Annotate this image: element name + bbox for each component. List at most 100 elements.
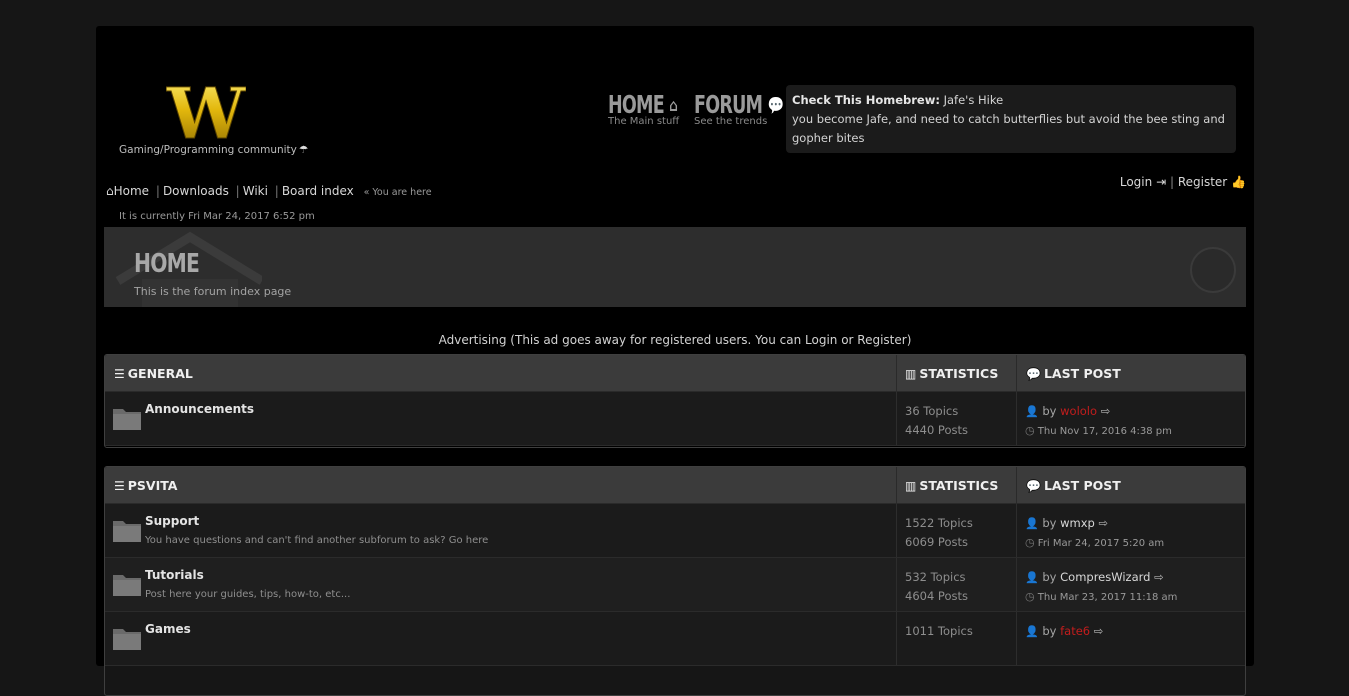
statistics-header: ▥ STATISTICS [905,366,998,381]
clock-icon: ◷ [1025,536,1035,549]
clock-icon: ◷ [1025,590,1035,603]
homebrew-promo[interactable]: Check This Homebrew: Jafe's Hike you bec… [786,85,1236,153]
last-post: 👤 by wmxp ⇨ ◷ Fri Mar 24, 2017 5:20 am [1025,514,1164,553]
clock-icon: ◷ [1025,424,1035,437]
breadcrumb-here: « You are here [363,187,432,198]
breadcrumb-home-label: Home [113,184,150,198]
forum-stats: 36 Topics 4440 Posts [905,402,968,440]
last-post-label: LAST POST [1043,366,1121,381]
comments-icon: 💬 [1026,367,1041,381]
comments-icon: 💬 [1026,479,1041,493]
last-post: 👤 by wololo ⇨ ◷ Thu Nov 17, 2016 4:38 pm [1025,402,1172,441]
forum-row[interactable]: Tutorials Post here your guides, tips, h… [105,558,1245,612]
last-post: 👤 by fate6 ⇨ [1025,622,1103,641]
banner-circle [1190,247,1236,293]
nav-home-label: HOME [608,90,665,119]
folder-icon [113,575,141,596]
list-icon: ☰ [114,367,125,381]
comments-icon: 💬 [767,96,785,116]
page-banner: HOME This is the forum index page [104,227,1246,307]
breadcrumb-board-index[interactable]: Board index [282,184,354,198]
bar-chart-icon: ▥ [905,479,917,493]
login-link[interactable]: Login ⇥ [1120,175,1166,189]
user-icon: 👤 [1025,517,1039,530]
last-post: 👤 by CompresWizard ⇨ ◷ Thu Mar 23, 2017 … [1025,568,1177,607]
page-container: W Gaming/Programming community ☂ HOME ⌂ T… [96,26,1254,696]
folder-icon [113,521,141,542]
user-icon: 👤 [1025,405,1039,418]
statistics-label: STATISTICS [919,366,999,381]
last-post-header: 💬 LAST POST [1026,366,1121,381]
forum-stats: 532 Topics 4604 Posts [905,568,968,606]
home-icon: ⌂ [669,96,678,116]
category-title[interactable]: ☰ PSVITA [114,478,178,493]
last-post-label: LAST POST [1043,478,1121,493]
nav-home[interactable]: HOME ⌂ The Main stuff [608,90,697,127]
register-label: Register [1177,175,1228,189]
account-links: Login ⇥ | Register 👍 [1119,175,1246,189]
by-label: by [1042,624,1057,638]
user-icon: 👤 [1025,625,1039,638]
banner-title: HOME [134,249,200,279]
forum-description: You have questions and can't find anothe… [145,535,489,546]
homebrew-prefix: Check This Homebrew: [792,93,940,107]
category-name: GENERAL [127,366,193,381]
forum-description: Post here your guides, tips, how-to, etc… [145,589,351,600]
posts-count: 4440 Posts [905,423,968,437]
by-label: by [1042,570,1057,584]
umbrella-icon: ☂ [298,144,309,156]
home-icon: ⌂ [106,184,114,198]
thumbs-up-icon: 👍 [1231,175,1246,189]
last-post-header: 💬 LAST POST [1026,478,1121,493]
breadcrumb-wiki[interactable]: Wiki [243,184,268,198]
goto-post-icon[interactable]: ⇨ [1154,570,1164,584]
breadcrumb: ⌂Home | Downloads | Wiki | Board index « Yo… [106,184,432,198]
logo-tagline: Gaming/Programming community ☂ [119,144,308,156]
topics-count: 1522 Topics [905,516,973,530]
last-post-time: Thu Nov 17, 2016 4:38 pm [1037,426,1172,437]
current-time: It is currently Fri Mar 24, 2017 6:52 pm [119,211,315,222]
register-link[interactable]: Register 👍 [1178,175,1246,189]
forum-stats: 1522 Topics 6069 Posts [905,514,973,552]
breadcrumb-home[interactable]: ⌂Home [106,184,149,198]
folder-icon [113,629,141,650]
list-icon: ☰ [114,479,125,493]
category-name: PSVITA [127,478,178,493]
category-header: ☰ PSVITA ▥ STATISTICS 💬 LAST POST [105,467,1245,504]
statistics-label: STATISTICS [919,478,999,493]
by-label: by [1042,516,1057,530]
breadcrumb-downloads[interactable]: Downloads [163,184,229,198]
posts-count: 4604 Posts [905,589,968,603]
banner-subtitle: This is the forum index page [134,285,292,298]
forum-row[interactable]: Support You have questions and can't fin… [105,504,1245,558]
topics-count: 1011 Topics [905,624,973,638]
topics-count: 532 Topics [905,570,966,584]
goto-post-icon[interactable]: ⇨ [1094,624,1104,638]
category-header: ☰ GENERAL ▥ STATISTICS 💬 LAST POST [105,355,1245,392]
forum-title[interactable]: Support [145,514,199,528]
forum-title[interactable]: Games [145,622,191,636]
forum-row[interactable]: Games 1011 Topics 👤 by fate6 ⇨ [105,612,1245,666]
site-logo[interactable]: W [166,80,246,146]
advert-notice[interactable]: Advertising (This ad goes away for regis… [96,333,1254,347]
homebrew-description: you become Jafe, and need to catch butte… [792,112,1225,145]
last-post-time: Fri Mar 24, 2017 5:20 am [1037,538,1165,549]
category-psvita: ☰ PSVITA ▥ STATISTICS 💬 LAST POST Support Y… [104,466,1246,696]
login-label: Login [1119,175,1153,189]
user-icon: 👤 [1025,571,1039,584]
forum-title[interactable]: Tutorials [145,568,204,582]
logo-letter: W [166,80,246,146]
category-title[interactable]: ☰ GENERAL [114,366,193,381]
sign-in-icon: ⇥ [1156,175,1167,189]
forum-row[interactable]: Announcements 36 Topics 4440 Posts 👤 by w… [105,392,1245,446]
goto-post-icon[interactable]: ⇨ [1099,516,1109,530]
last-post-user[interactable]: wololo [1060,404,1097,418]
last-post-user[interactable]: CompresWizard [1060,570,1150,584]
tagline-text: Gaming/Programming community [119,144,297,156]
last-post-user[interactable]: fate6 [1060,624,1090,638]
topics-count: 36 Topics [905,404,959,418]
goto-post-icon[interactable]: ⇨ [1101,404,1111,418]
category-general: ☰ GENERAL ▥ STATISTICS 💬 LAST POST Announce… [104,354,1246,448]
forum-title[interactable]: Announcements [145,402,254,416]
last-post-user[interactable]: wmxp [1060,516,1095,530]
